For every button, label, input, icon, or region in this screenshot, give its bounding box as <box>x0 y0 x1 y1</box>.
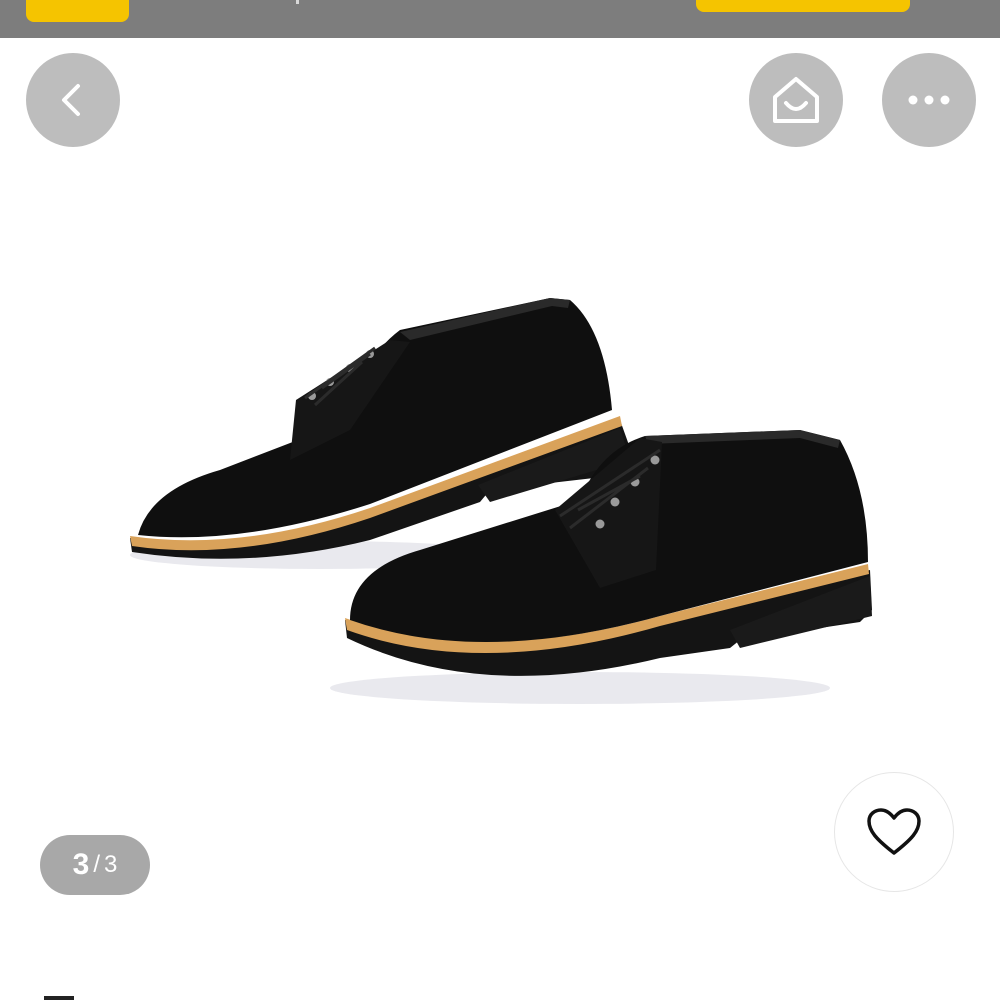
product-title-fragment <box>44 996 74 1000</box>
wishlist-button[interactable] <box>834 772 954 892</box>
heart-outline-icon <box>867 808 921 855</box>
product-detail-page: 3 / 3 <box>0 0 1000 1000</box>
more-dots-icon <box>908 95 950 105</box>
back-button[interactable] <box>26 53 120 147</box>
home-button[interactable] <box>749 53 843 147</box>
home-bag-icon <box>773 77 819 123</box>
chevron-left-icon <box>62 84 80 116</box>
banner-right-button[interactable] <box>696 0 910 12</box>
banner-left-button[interactable] <box>26 0 129 22</box>
counter-separator: / <box>93 851 100 878</box>
total-image-count: 3 <box>104 851 118 878</box>
product-image <box>130 298 872 704</box>
current-image-index: 3 <box>72 848 90 881</box>
banner-text-fragment <box>296 0 299 4</box>
top-banner <box>0 0 1000 38</box>
more-options-button[interactable] <box>882 53 976 147</box>
image-page-counter: 3 / 3 <box>40 835 150 895</box>
